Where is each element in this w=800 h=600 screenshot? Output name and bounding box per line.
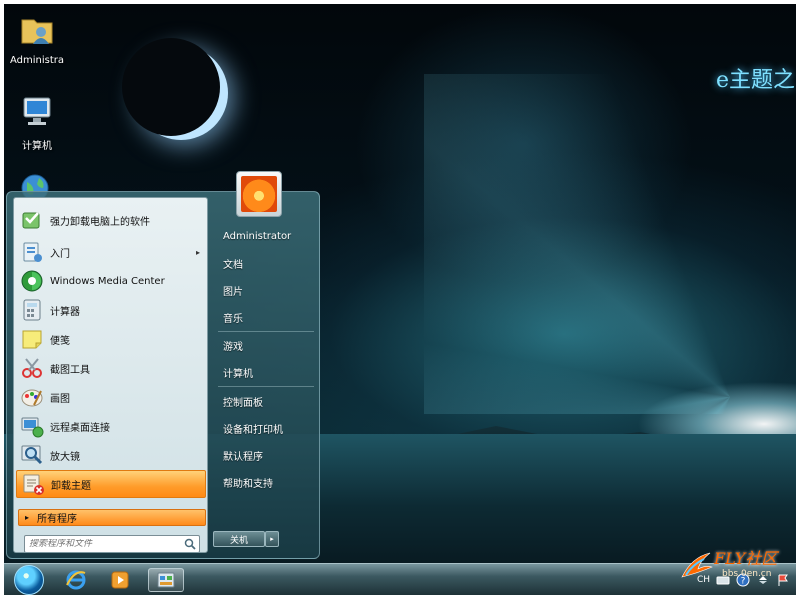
paint-icon bbox=[21, 389, 43, 407]
program-item-remote-desktop[interactable]: 远程桌面连接 bbox=[16, 412, 206, 440]
getting-started-icon bbox=[23, 242, 42, 262]
shutdown-button[interactable]: 关机 bbox=[213, 531, 265, 547]
start-menu: 强力卸载电脑上的软件 入门 ▸ Windows Media Center 计算器… bbox=[6, 191, 320, 559]
place-item-documents[interactable]: 文档 bbox=[218, 253, 318, 273]
search-input[interactable] bbox=[25, 539, 183, 549]
wallpaper-moon bbox=[122, 38, 220, 136]
fly-bird-logo-icon bbox=[681, 552, 713, 578]
shutdown-options-button[interactable]: ▸ bbox=[265, 531, 279, 547]
program-label: 放大镜 bbox=[50, 451, 80, 463]
taskbar-control-panel-button[interactable] bbox=[148, 568, 184, 592]
all-programs-button[interactable]: ▸ 所有程序 bbox=[18, 509, 206, 526]
place-item-user[interactable]: Administrator bbox=[218, 226, 318, 246]
uninstaller-icon bbox=[22, 212, 40, 229]
watermark-url: bbs.0en.cn bbox=[722, 569, 772, 579]
place-item-computer[interactable]: 计算机 bbox=[218, 362, 318, 382]
media-player-icon bbox=[111, 571, 129, 589]
media-center-icon bbox=[21, 270, 43, 292]
program-label: 计算器 bbox=[50, 306, 80, 318]
places-divider bbox=[218, 331, 314, 332]
place-item-games[interactable]: 游戏 bbox=[218, 335, 318, 355]
magnifier-icon bbox=[21, 445, 43, 465]
all-programs-arrow-icon: ▸ bbox=[25, 513, 30, 522]
program-item-paint[interactable]: 画图 bbox=[16, 383, 206, 411]
program-label: 远程桌面连接 bbox=[50, 422, 110, 434]
program-item-media-center[interactable]: Windows Media Center bbox=[16, 267, 206, 295]
places-divider bbox=[218, 386, 314, 387]
program-label: 截图工具 bbox=[50, 364, 90, 376]
start-menu-places-pane: Administrator 文档 图片 音乐 游戏 计算机 控制面板 设备和打印… bbox=[212, 191, 320, 559]
uninstall-theme-icon bbox=[23, 474, 44, 495]
internet-explorer-icon bbox=[66, 570, 86, 590]
site-watermark: FLY社区 bbs.0en.cn bbox=[676, 543, 796, 589]
place-item-devices-printers[interactable]: 设备和打印机 bbox=[218, 418, 318, 438]
program-label: 卸载主题 bbox=[51, 480, 91, 492]
user-avatar[interactable] bbox=[236, 171, 282, 217]
desktop-icon-computer[interactable]: 计算机 bbox=[4, 94, 72, 152]
remote-desktop-icon bbox=[21, 417, 44, 438]
flower-avatar-icon bbox=[241, 176, 277, 212]
taskbar-media-player-button[interactable] bbox=[102, 568, 138, 592]
program-item-calculator[interactable]: 计算器 bbox=[16, 296, 206, 324]
program-label: 便笺 bbox=[50, 335, 70, 347]
program-item-snipping-tool[interactable]: 截图工具 bbox=[16, 354, 206, 382]
desktop-icon-label: Administra bbox=[9, 55, 65, 66]
snipping-tool-icon bbox=[22, 358, 42, 378]
watermark-brand: FLY社区 bbox=[714, 549, 778, 568]
all-programs-label: 所有程序 bbox=[37, 514, 78, 525]
place-item-music[interactable]: 音乐 bbox=[218, 307, 318, 327]
wallpaper-logo: e主题之 bbox=[716, 68, 796, 93]
calculator-icon bbox=[23, 299, 41, 321]
computer-icon bbox=[23, 97, 51, 125]
control-panel-icon bbox=[157, 572, 175, 588]
desktop-icon-label: 计算机 bbox=[22, 141, 52, 152]
program-item-uninstall-theme[interactable]: 卸载主题 bbox=[16, 470, 206, 498]
start-button[interactable] bbox=[14, 565, 44, 595]
submenu-arrow-icon: ▸ bbox=[195, 247, 200, 257]
desktop-icon-administrator[interactable]: Administra bbox=[4, 12, 72, 66]
program-label: Windows Media Center bbox=[50, 275, 165, 287]
place-item-control-panel[interactable]: 控制面板 bbox=[218, 391, 318, 411]
start-menu-programs-pane: 强力卸载电脑上的软件 入门 ▸ Windows Media Center 计算器… bbox=[13, 197, 208, 553]
search-box[interactable] bbox=[24, 535, 200, 552]
program-item-magnifier[interactable]: 放大镜 bbox=[16, 441, 206, 469]
place-item-help-support[interactable]: 帮助和支持 bbox=[218, 472, 318, 492]
search-icon[interactable] bbox=[183, 537, 197, 551]
place-item-pictures[interactable]: 图片 bbox=[218, 280, 318, 300]
sticky-notes-icon bbox=[22, 330, 42, 349]
program-item-sticky-notes[interactable]: 便笺 bbox=[16, 325, 206, 353]
program-label: 入门 bbox=[50, 248, 70, 260]
wallpaper-aurora bbox=[424, 74, 784, 414]
user-folder-icon bbox=[21, 19, 53, 44]
program-label: 画图 bbox=[50, 393, 70, 405]
taskbar-ie-button[interactable] bbox=[58, 568, 94, 592]
program-item-getting-started[interactable]: 入门 ▸ bbox=[16, 238, 206, 266]
program-item-uninstaller[interactable]: 强力卸载电脑上的软件 bbox=[16, 206, 206, 234]
place-item-default-programs[interactable]: 默认程序 bbox=[218, 445, 318, 465]
program-label: 强力卸载电脑上的软件 bbox=[50, 216, 150, 228]
